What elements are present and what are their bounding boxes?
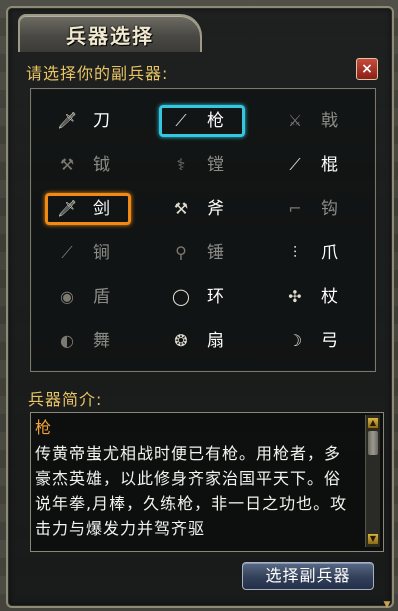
- weapon-label: 锏: [93, 243, 110, 263]
- weapon-option[interactable]: ☽ 弓: [281, 327, 367, 355]
- weapon-label: 剑: [93, 199, 110, 219]
- weapon-option[interactable]: ⚕ 镗: [167, 151, 253, 179]
- weapon-label: 扇: [207, 331, 224, 351]
- weapon-label: 刀: [93, 111, 110, 131]
- fan-dance-icon: ◐: [60, 331, 74, 350]
- window-title: 兵器选择: [66, 24, 154, 48]
- weapon-label: 镗: [207, 155, 224, 175]
- shield-icon: ◉: [60, 287, 74, 306]
- weapon-option[interactable]: ⚒ 钺: [53, 151, 139, 179]
- weapon-option[interactable]: ⫶ 爪: [281, 239, 367, 267]
- description-scrollbar[interactable]: ▲ ▼: [365, 415, 380, 547]
- description-title: 枪: [35, 418, 52, 437]
- weapon-label: 杖: [321, 287, 338, 307]
- weapon-option[interactable]: ◯ 环: [167, 283, 253, 311]
- claw-icon: ⫶: [292, 243, 297, 262]
- mace-icon: ⟋: [61, 243, 73, 262]
- weapon-label: 钺: [93, 155, 110, 175]
- weapon-option[interactable]: ⚔ 戟: [281, 107, 367, 135]
- game-scene-background: 兵器选择 请选择你的副兵器: × 🗡 刀 ⟋ 枪 ⚔ 戟 ⚒ 钺 ⚕ 镗 ⟋ 棍 🗡 剑 ⚒ 斧 ⌐ 钩 ⟋ 锏 ⚲ 锤 ⫶…: [0, 0, 398, 611]
- weapon-option[interactable]: ⟋ 棍: [281, 151, 367, 179]
- scepter-icon: ✣: [288, 287, 302, 306]
- weapon-label: 环: [207, 287, 224, 307]
- weapon-label: 斧: [207, 199, 224, 219]
- spear-icon: ⟋: [175, 111, 187, 130]
- sword-icon: 🗡: [57, 199, 78, 218]
- weapon-option[interactable]: 🗡 刀: [53, 107, 139, 135]
- weapon-description-box: 枪 传黄帝蚩尤相战时便已有枪。用枪者，多豪杰英雄，以此修身齐家治国平天下。俗说年…: [30, 412, 384, 552]
- weapon-option[interactable]: 🗡 剑: [53, 195, 139, 223]
- weapon-option[interactable]: ⚲ 锤: [167, 239, 253, 267]
- blade-icon: 🗡: [57, 111, 78, 130]
- ring-icon: ◯: [172, 287, 190, 306]
- hook-icon: ⌐: [288, 199, 302, 218]
- weapon-grid: 🗡 刀 ⟋ 枪 ⚔ 戟 ⚒ 钺 ⚕ 镗 ⟋ 棍 🗡 剑 ⚒ 斧 ⌐ 钩 ⟋ 锏 ⚲ 锤 ⫶ 爪 ◉ 盾 ◯ 环 ✣ 杖 ◐ 舞 ❂ 扇 ☽ 弓: [30, 88, 376, 372]
- axe-icon: ⚒: [173, 199, 189, 218]
- weapon-label: 盾: [93, 287, 110, 307]
- weapon-label: 舞: [93, 331, 110, 351]
- weapon-label: 爪: [321, 243, 338, 263]
- weapon-option[interactable]: ❂ 扇: [167, 327, 253, 355]
- weapon-label: 钩: [321, 199, 338, 219]
- scroll-thumb[interactable]: [368, 431, 378, 455]
- select-secondary-weapon-button[interactable]: 选择副兵器: [242, 562, 374, 590]
- title-tab: 兵器选择: [18, 14, 202, 52]
- weapon-select-window: 兵器选择 请选择你的副兵器: × 🗡 刀 ⟋ 枪 ⚔ 戟 ⚒ 钺 ⚕ 镗 ⟋ 棍 🗡 剑 ⚒ 斧 ⌐ 钩 ⟋ 锏 ⚲ 锤 ⫶…: [6, 6, 394, 610]
- close-button[interactable]: ×: [356, 58, 378, 80]
- weapon-label: 枪: [207, 111, 224, 131]
- weapon-label: 棍: [321, 155, 338, 175]
- choose-weapon-prompt: 请选择你的副兵器:: [26, 64, 169, 83]
- bow-icon: ☽: [287, 331, 303, 350]
- weapon-option[interactable]: ⟋ 锏: [53, 239, 139, 267]
- trident-icon: ⚕: [176, 155, 186, 174]
- scroll-down-arrow-icon[interactable]: ▼: [367, 533, 379, 545]
- fan-icon: ❂: [174, 331, 188, 350]
- weapon-option[interactable]: ◐ 舞: [53, 327, 139, 355]
- battle-axe-icon: ⚒: [59, 155, 75, 174]
- description-text: 传黄帝蚩尤相战时便已有枪。用枪者，多豪杰英雄，以此修身齐家治国平天下。俗说年拳,…: [35, 444, 348, 538]
- staff-icon: ⟋: [289, 155, 301, 174]
- weapon-label: 弓: [321, 331, 338, 351]
- weapon-option[interactable]: ✣ 杖: [281, 283, 367, 311]
- weapon-option[interactable]: ⌐ 钩: [281, 195, 367, 223]
- weapon-option[interactable]: ⚒ 斧: [167, 195, 253, 223]
- hammer-icon: ⚲: [175, 243, 187, 262]
- corner-arrow-icon: ▼: [383, 600, 391, 610]
- weapon-option[interactable]: ◉ 盾: [53, 283, 139, 311]
- weapon-option[interactable]: ⟋ 枪: [167, 107, 253, 135]
- weapon-label: 锤: [207, 243, 224, 263]
- weapon-intro-label: 兵器简介:: [28, 390, 103, 409]
- scroll-up-arrow-icon[interactable]: ▲: [367, 417, 379, 429]
- halberd-icon: ⚔: [287, 111, 303, 130]
- weapon-label: 戟: [321, 111, 338, 131]
